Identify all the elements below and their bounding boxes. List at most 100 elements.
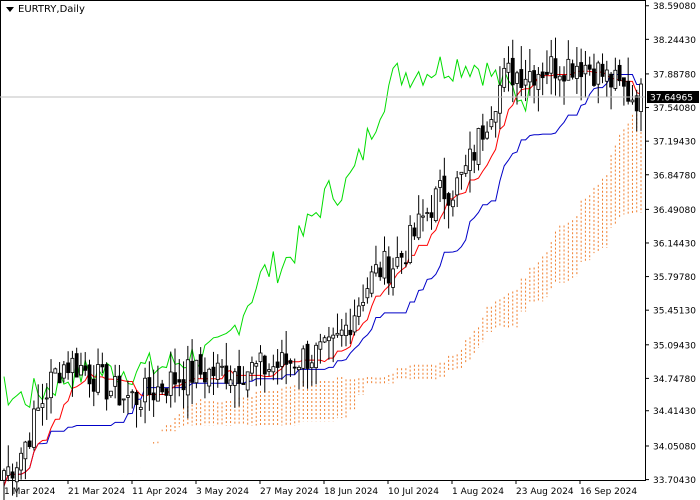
candle-body xyxy=(185,359,190,396)
candle-body xyxy=(241,382,246,385)
candle-body xyxy=(527,71,532,83)
candle-body xyxy=(327,336,331,342)
y-tick-label: 36.14430 xyxy=(653,239,696,249)
candle-body xyxy=(519,69,524,88)
candle-body xyxy=(292,366,297,369)
candle-body xyxy=(156,386,160,402)
candle-body xyxy=(194,359,199,384)
tenkan-line xyxy=(3,70,642,487)
candle-body xyxy=(403,262,408,265)
candle-body xyxy=(198,354,203,375)
candle-body xyxy=(579,62,584,78)
candle-body xyxy=(566,58,571,81)
candle-body xyxy=(211,366,216,377)
x-tick-label: 10 Jul 2024 xyxy=(388,487,439,497)
candle-body xyxy=(74,353,79,378)
kijun-line xyxy=(3,74,641,487)
candle-body xyxy=(190,360,195,383)
candle-body xyxy=(275,361,280,368)
x-tick-label: 1 Aug 2024 xyxy=(452,487,504,497)
candle-body xyxy=(382,250,387,279)
candle-body xyxy=(164,388,169,396)
candle-body xyxy=(177,379,182,383)
candle-body xyxy=(203,371,207,383)
candle-body xyxy=(130,391,135,394)
candle-body xyxy=(83,365,88,371)
candle-body xyxy=(331,334,336,339)
candle-body xyxy=(66,362,71,374)
candle-body xyxy=(562,75,566,82)
candle-body xyxy=(339,329,344,336)
candle-body xyxy=(391,268,395,288)
candle-body xyxy=(480,125,485,140)
candle-body xyxy=(348,329,353,336)
candle-body xyxy=(126,395,130,398)
candle-body xyxy=(143,377,147,403)
candle-body xyxy=(634,95,639,112)
candle-body xyxy=(468,148,472,171)
candle-body xyxy=(630,99,635,103)
x-tick-label: 16 Sep 2024 xyxy=(580,487,637,497)
candle-body xyxy=(40,403,45,408)
candle-body xyxy=(305,343,310,369)
x-tick-label: 1 Mar 2024 xyxy=(4,487,56,497)
candle-body xyxy=(121,398,126,401)
candle-body xyxy=(604,69,609,82)
candle-body xyxy=(27,440,32,448)
candle-body xyxy=(463,165,468,174)
symbol-title[interactable]: EURTRY,Daily xyxy=(6,4,85,15)
candle-body xyxy=(267,369,271,372)
y-tick-label: 34.41430 xyxy=(653,407,696,417)
candle-body xyxy=(314,344,318,369)
candle-body xyxy=(232,371,237,386)
candle-body xyxy=(540,71,545,79)
candle-body xyxy=(271,366,276,373)
price-chart[interactable]: 38.59080 38.24430 37.88780 37.54080 37.19430… xyxy=(0,0,700,500)
candle-body xyxy=(215,362,220,380)
candle-body xyxy=(250,362,254,374)
candle-body xyxy=(61,364,66,379)
candle-body xyxy=(309,362,314,369)
candle-body xyxy=(297,366,301,371)
y-tick-label: 37.88780 xyxy=(653,70,696,80)
candle-body xyxy=(438,180,442,188)
candle-body xyxy=(2,470,6,481)
candle-body xyxy=(344,324,348,337)
dropdown-triangle-icon[interactable] xyxy=(6,7,14,12)
candle-body xyxy=(450,199,455,208)
price-badge-label: 37.64965 xyxy=(650,94,693,104)
candle-body xyxy=(399,253,404,258)
candle-body xyxy=(592,68,596,86)
candle-body xyxy=(322,337,327,343)
x-tick-label: 21 Mar 2024 xyxy=(68,487,125,497)
candle-body xyxy=(87,364,92,385)
candle-body xyxy=(284,353,289,365)
candle-body xyxy=(553,58,558,79)
candle-body xyxy=(57,372,62,384)
candle-body xyxy=(100,364,105,368)
y-tick-label: 35.79780 xyxy=(653,273,696,283)
candle-body xyxy=(502,67,507,88)
candle-body xyxy=(515,72,519,84)
y-tick-label: 36.49080 xyxy=(653,206,696,216)
candle-body xyxy=(613,69,618,89)
candle-body xyxy=(442,175,447,200)
candle-body xyxy=(378,267,383,278)
candle-body xyxy=(352,315,357,333)
candle-body xyxy=(523,78,528,86)
candle-body xyxy=(220,365,224,368)
candle-body xyxy=(262,355,267,375)
candle-body xyxy=(117,375,122,406)
y-tick-label: 37.54080 xyxy=(653,104,696,114)
candle-body xyxy=(583,64,588,75)
candle-body xyxy=(570,63,575,78)
candle-body xyxy=(335,332,340,336)
candle-body xyxy=(32,408,36,448)
candle-body xyxy=(254,363,259,367)
candle-body xyxy=(181,379,186,391)
x-tick-label: 11 Apr 2024 xyxy=(132,487,188,497)
candle-body xyxy=(104,364,109,400)
candle-body xyxy=(506,62,511,73)
candle-body xyxy=(228,379,233,386)
candle-body xyxy=(160,383,165,393)
